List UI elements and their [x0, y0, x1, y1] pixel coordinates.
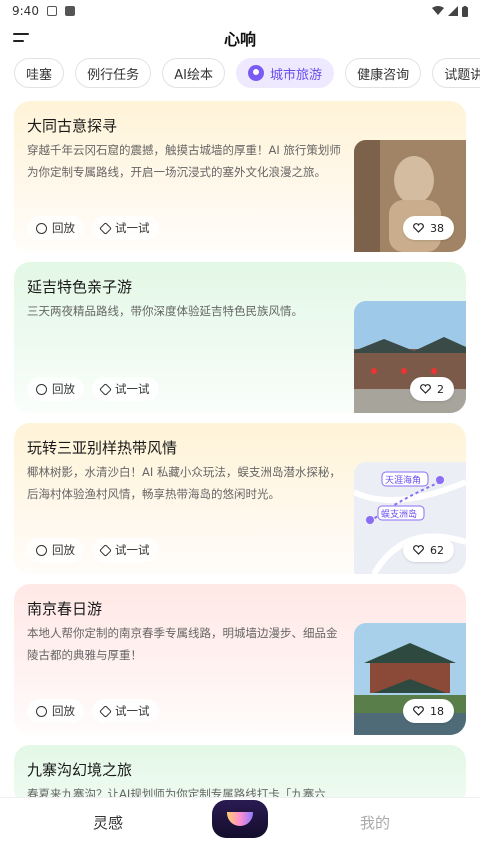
like-count[interactable]: 62 [403, 538, 454, 562]
tab-city-travel[interactable]: 城市旅游 [236, 58, 335, 88]
replay-label: 回放 [52, 221, 75, 235]
try-button[interactable]: 试一试 [92, 538, 159, 562]
gallery-icon [46, 6, 57, 16]
try-button[interactable]: 试一试 [92, 699, 159, 723]
card-title: 南京春日游 [27, 600, 103, 618]
tab-label: 哇塞 [26, 67, 53, 83]
tab-label: 城市旅游 [270, 67, 323, 83]
card-actions: 回放 试一试 [27, 216, 159, 240]
try-label: 试一试 [115, 221, 150, 235]
tab-label: AI绘本 [174, 67, 213, 83]
card-sanya[interactable]: 玩转三亚别样热带风情 椰林树影，水清沙白！AI 私藏小众玩法，蜈支洲岛潜水探秘，… [14, 423, 466, 574]
card-nanjing[interactable]: 南京春日游 本地人帮你定制的南京春季专属线路，明城墙边漫步、细品金陵古都的典雅与… [14, 584, 466, 735]
card-jiuzhaigou[interactable]: 九寨沟幻境之旅 春夏来九寨沟？让AI规划师为你定制专属路线打卡「九寨六 [14, 745, 466, 805]
nav-inspiration[interactable]: 灵感 [93, 812, 123, 833]
heart-icon [413, 223, 424, 233]
card-datong[interactable]: 大同古意探寻 穿越千年云冈石窟的震撼，触摸古城墙的厚重！AI 旅行策划师为你定制… [14, 101, 466, 252]
try-icon [99, 382, 112, 396]
tab-label: 例行任务 [87, 67, 140, 83]
menu-icon[interactable] [13, 31, 31, 45]
card-image: 2 [354, 301, 466, 413]
replay-button[interactable]: 回放 [27, 377, 84, 401]
map-label-wuzhizhou: 蜈支洲岛 [381, 508, 417, 520]
card-yanji[interactable]: 延吉特色亲子游 三天两夜精品路线，带你深度体验延吉特色民族风情。 回放 试一试 … [14, 262, 466, 413]
try-label: 试一试 [115, 543, 150, 557]
card-title: 玩转三亚别样热带风情 [27, 439, 178, 457]
card-description: 本地人帮你定制的南京春季专属线路，明城墙边漫步、细品金陵古都的典雅与厚重！ [27, 626, 338, 662]
like-count-value: 38 [430, 221, 444, 235]
card-image: 38 [354, 140, 466, 252]
try-button[interactable]: 试一试 [92, 216, 159, 240]
card-description: 三天两夜精品路线，带你深度体验延吉特色民族风情。 [27, 304, 303, 318]
category-tabs: 哇塞 例行任务 AI绘本 城市旅游 健康咨询 试题讲解 [0, 58, 480, 92]
card-title: 延吉特色亲子游 [27, 278, 133, 296]
card-actions: 回放 试一试 [27, 699, 159, 723]
try-button[interactable]: 试一试 [92, 377, 159, 401]
replay-label: 回放 [52, 543, 75, 557]
replay-button[interactable]: 回放 [27, 538, 84, 562]
tab-label: 健康咨询 [357, 67, 410, 83]
like-count-value: 62 [430, 543, 444, 557]
replay-icon [36, 544, 47, 556]
like-count[interactable]: 18 [403, 699, 454, 723]
try-label: 试一试 [115, 382, 150, 396]
status-bar: 9:40 [0, 0, 480, 22]
signal-icon [448, 6, 458, 16]
replay-icon [36, 222, 47, 234]
tab-routine-tasks[interactable]: 例行任务 [75, 58, 152, 88]
map-label-tianya: 天涯海角 [385, 474, 421, 486]
like-count[interactable]: 2 [410, 377, 454, 401]
tab-wasai[interactable]: 哇塞 [14, 58, 65, 88]
try-label: 试一试 [115, 704, 150, 718]
replay-button[interactable]: 回放 [27, 699, 84, 723]
card-actions: 回放 试一试 [27, 538, 159, 562]
card-actions: 回放 试一试 [27, 377, 159, 401]
try-icon [99, 704, 112, 718]
tab-ai-picture-book[interactable]: AI绘本 [162, 58, 225, 88]
replay-button[interactable]: 回放 [27, 216, 84, 240]
tab-health[interactable]: 健康咨询 [345, 58, 422, 88]
notification-icon [64, 6, 75, 16]
tab-exam-explain[interactable]: 试题讲解 [432, 58, 480, 88]
travel-icon [248, 65, 265, 81]
card-title: 九寨沟幻境之旅 [27, 761, 133, 779]
nav-profile[interactable]: 我的 [360, 812, 390, 833]
heart-icon [420, 384, 431, 394]
card-description: 穿越千年云冈石窟的震撼，触摸古城墙的厚重！AI 旅行策划师为你定制专属路线，开启… [27, 143, 341, 179]
status-time: 9:40 [12, 4, 39, 18]
wifi-icon [432, 6, 444, 15]
heart-icon [413, 545, 424, 555]
tab-label: 试题讲解 [444, 67, 480, 83]
card-image: 18 [354, 623, 466, 735]
heart-icon [413, 706, 424, 716]
lamp-icon [227, 812, 253, 826]
card-description: 椰林树影，水清沙白！AI 私藏小众玩法，蜈支洲岛潜水探秘，后海村体验渔村风情，畅… [27, 465, 341, 501]
app-header: 心响 [0, 22, 480, 54]
replay-label: 回放 [52, 704, 75, 718]
try-icon [99, 221, 112, 235]
replay-icon [36, 705, 47, 717]
bottom-nav: 灵感 我的 [0, 797, 480, 853]
like-count[interactable]: 38 [403, 216, 454, 240]
try-icon [99, 543, 112, 557]
like-count-value: 2 [437, 382, 444, 396]
page-title: 心响 [223, 30, 256, 49]
card-map-image: 天涯海角 蜈支洲岛 62 [354, 462, 466, 574]
card-title: 大同古意探寻 [27, 117, 118, 135]
like-count-value: 18 [430, 704, 444, 718]
battery-icon [462, 5, 468, 17]
magic-lamp-button[interactable] [212, 800, 268, 838]
replay-label: 回放 [52, 382, 75, 396]
replay-icon [36, 383, 47, 395]
